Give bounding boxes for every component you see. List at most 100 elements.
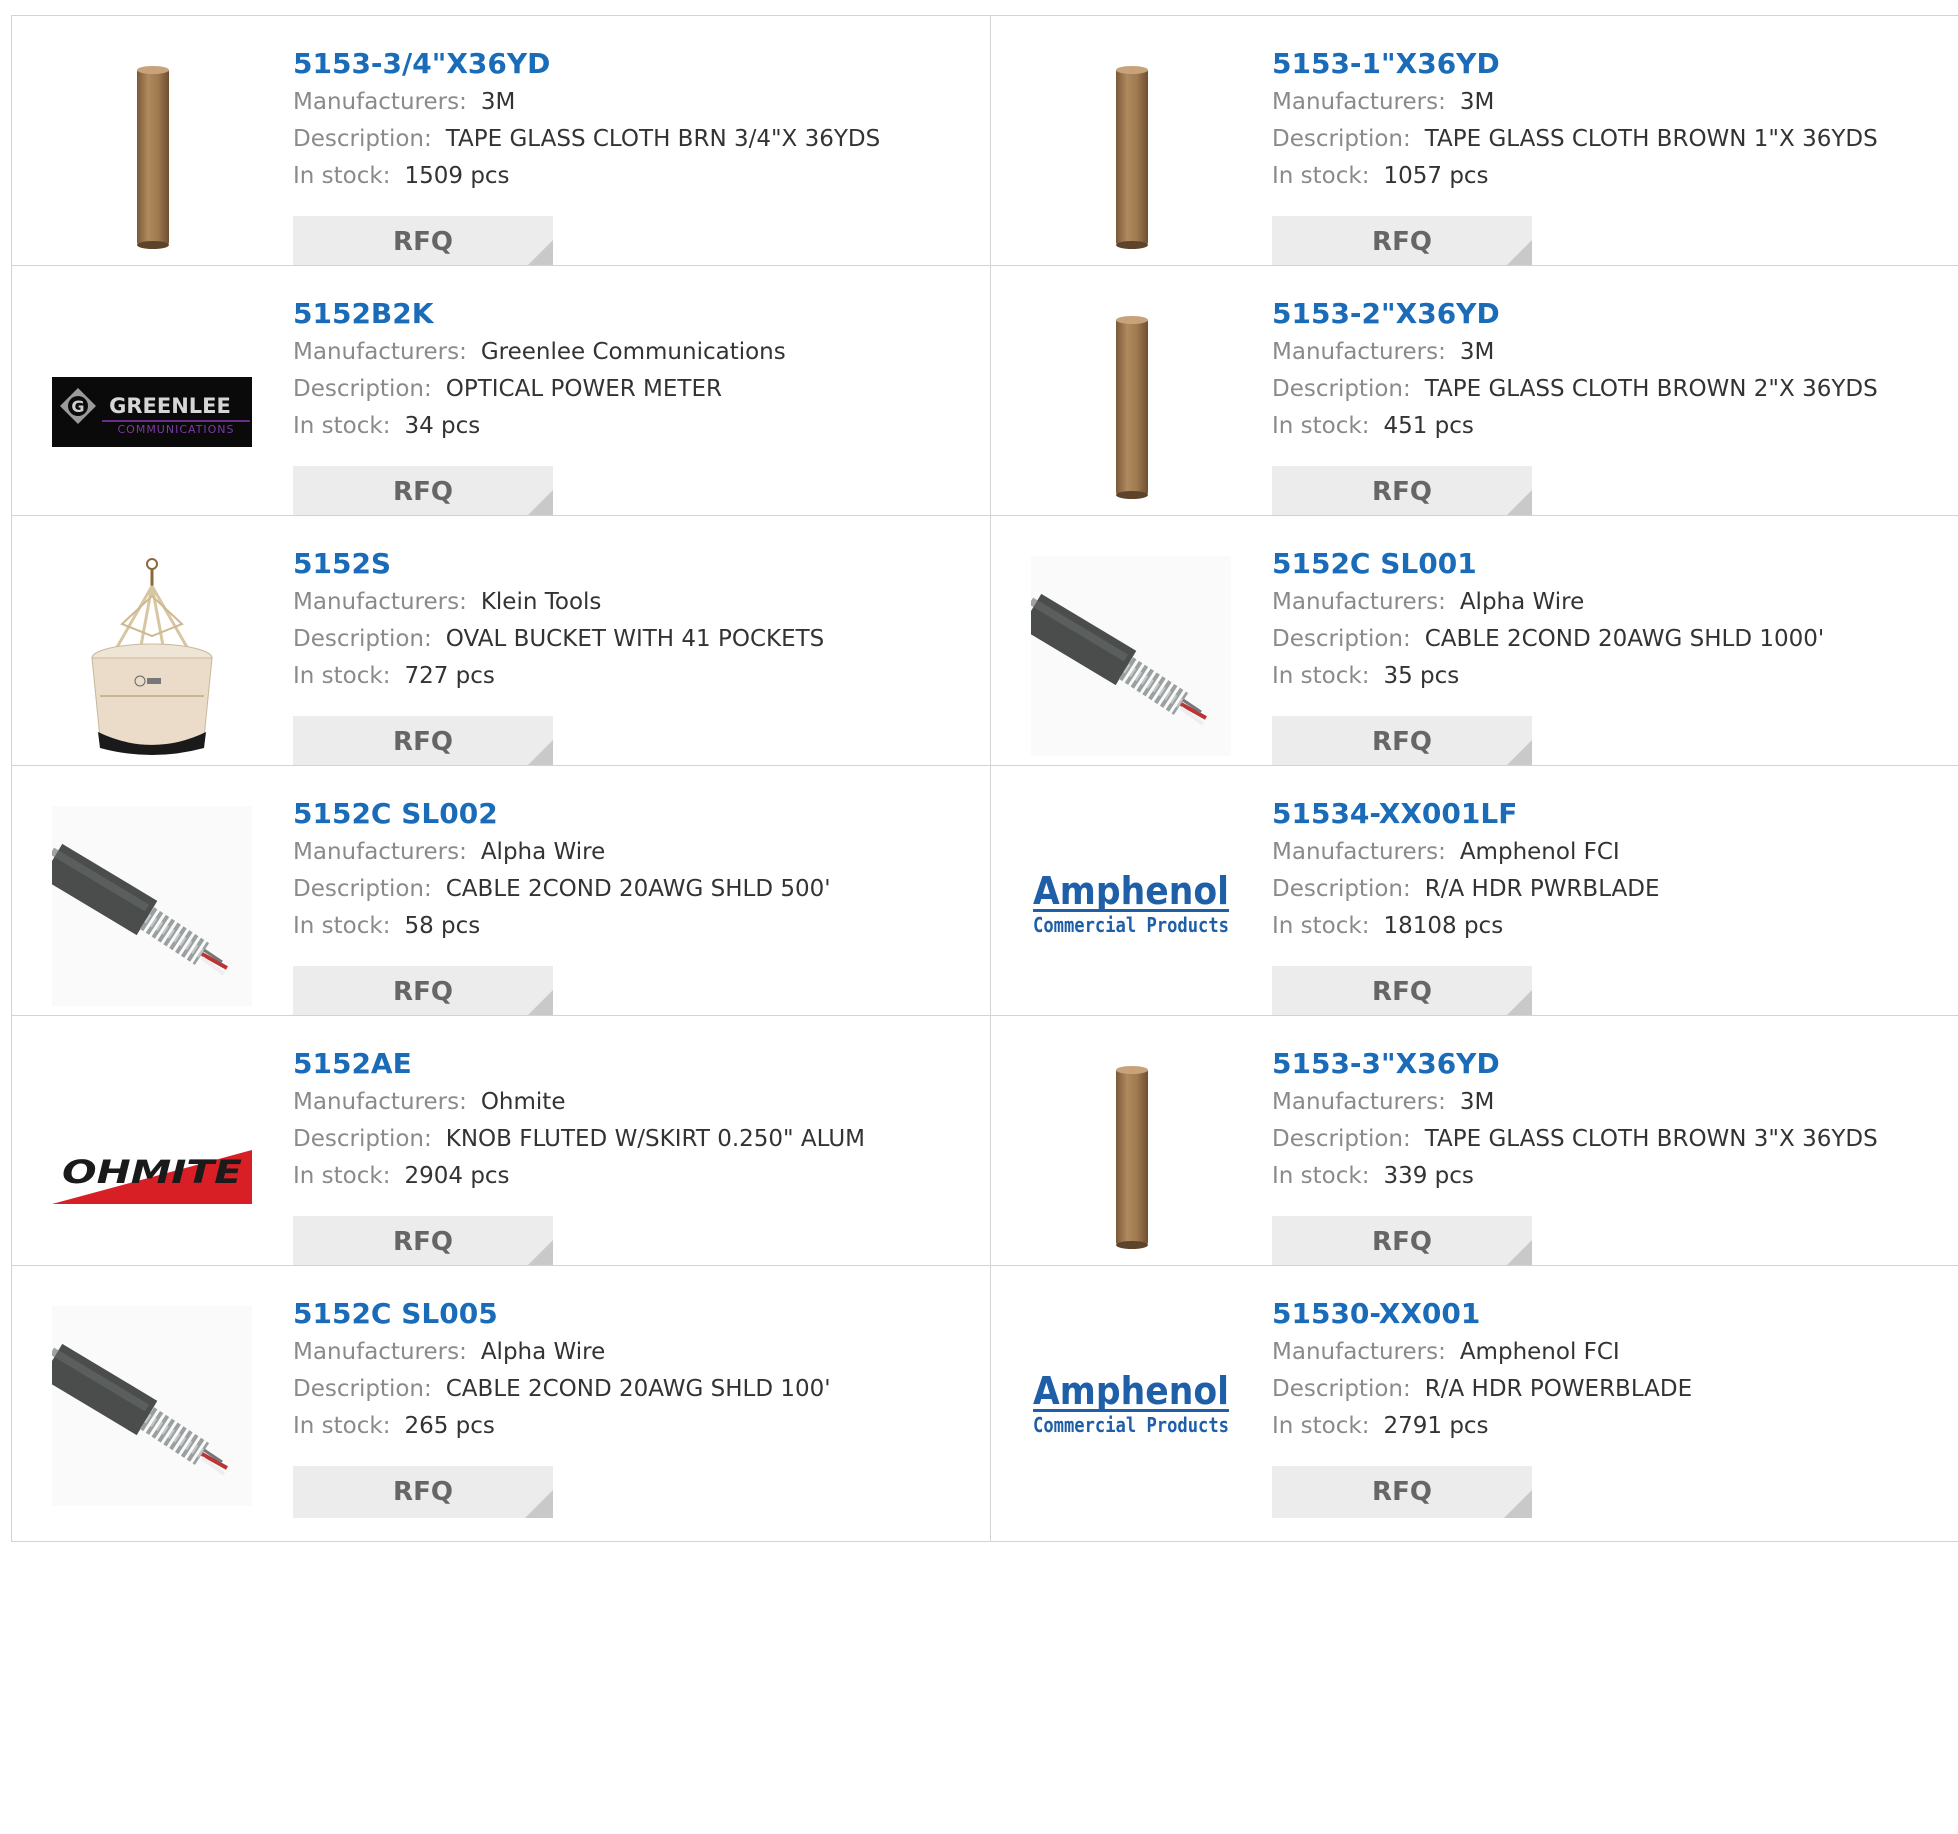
rfq-label: RFQ: [393, 227, 453, 257]
description-value: KNOB FLUTED W/SKIRT 0.250" ALUM: [445, 1126, 866, 1152]
rfq-button[interactable]: RFQ: [1272, 1466, 1532, 1518]
rfq-button[interactable]: RFQ: [293, 1466, 553, 1518]
svg-text:G: G: [71, 397, 84, 416]
amphenol-logo: Amphenol Commercial Products: [1031, 806, 1231, 1006]
stock-value: 339 pcs: [1383, 1163, 1474, 1189]
stock-label: In stock:: [293, 1413, 391, 1439]
product-part-number-link[interactable]: 5153-3"X36YD: [1272, 1044, 1949, 1084]
product-info: 51530-XX001 Manufacturers: Amphenol FCI Des…: [1272, 1294, 1949, 1445]
description-label: Description:: [293, 126, 432, 152]
manufacturer-value: Amphenol FCI: [1459, 839, 1620, 865]
manufacturer-row: Manufacturers: Klein Tools: [293, 584, 971, 621]
product-image[interactable]: [52, 806, 252, 1006]
rfq-button[interactable]: RFQ: [1272, 716, 1532, 768]
product-card: Amphenol Commercial Products 51534-XX001LF…: [990, 765, 1958, 1042]
product-part-number-link[interactable]: 5152C SL005: [293, 1294, 971, 1334]
stock-label: In stock:: [293, 163, 391, 189]
stock-label: In stock:: [1272, 663, 1370, 689]
rfq-button[interactable]: RFQ: [293, 466, 553, 518]
product-card: 5152C SL001 Manufacturers: Alpha Wire Descr…: [990, 515, 1958, 792]
product-grid: 5153-3/4"X36YD Manufacturers: 3M Descriptio…: [0, 0, 1958, 1834]
stock-row: In stock: 34 pcs: [293, 408, 971, 445]
stock-label: In stock:: [1272, 163, 1370, 189]
stock-row: In stock: 1509 pcs: [293, 158, 971, 195]
product-image[interactable]: [1031, 1056, 1231, 1256]
rfq-button[interactable]: RFQ: [1272, 216, 1532, 268]
manufacturer-row: Manufacturers: 3M: [1272, 1084, 1949, 1121]
product-card: OHMITE 5152AE Manufacturers: Ohmite Descript…: [11, 1015, 992, 1292]
greenlee-logo: G GREENLEE COMMUNICATIONS: [52, 306, 252, 506]
corner-triangle-icon: [525, 990, 553, 1018]
product-image[interactable]: G GREENLEE COMMUNICATIONS: [52, 306, 252, 506]
product-image[interactable]: [52, 56, 252, 256]
stock-row: In stock: 2904 pcs: [293, 1158, 971, 1195]
product-part-number-link[interactable]: 5153-1"X36YD: [1272, 44, 1949, 84]
manufacturer-value: Alpha Wire: [480, 1339, 606, 1365]
manufacturer-value: Alpha Wire: [480, 839, 606, 865]
product-part-number-link[interactable]: 5152AE: [293, 1044, 971, 1084]
manufacturer-row: Manufacturers: Amphenol FCI: [1272, 834, 1949, 871]
stock-label: In stock:: [1272, 1163, 1370, 1189]
rfq-button[interactable]: RFQ: [1272, 466, 1532, 518]
manufacturer-row: Manufacturers: Alpha Wire: [293, 834, 971, 871]
product-image[interactable]: [1031, 306, 1231, 506]
manufacturer-label: Manufacturers:: [293, 1339, 467, 1365]
description-value: CABLE 2COND 20AWG SHLD 1000': [1424, 626, 1825, 652]
manufacturer-value: Alpha Wire: [1459, 589, 1585, 615]
rfq-label: RFQ: [1372, 727, 1432, 757]
product-info: 5152C SL002 Manufacturers: Alpha Wire Descr…: [293, 794, 971, 945]
rfq-button[interactable]: RFQ: [293, 1216, 553, 1268]
svg-text:Commercial Products: Commercial Products: [1033, 913, 1229, 937]
rfq-button[interactable]: RFQ: [1272, 966, 1532, 1018]
tape-roll-icon: [1031, 306, 1231, 506]
rfq-button[interactable]: RFQ: [293, 216, 553, 268]
rfq-button[interactable]: RFQ: [293, 716, 553, 768]
description-label: Description:: [1272, 626, 1411, 652]
product-image[interactable]: [1031, 56, 1231, 256]
rfq-button[interactable]: RFQ: [293, 966, 553, 1018]
stock-label: In stock:: [1272, 1413, 1370, 1439]
product-part-number-link[interactable]: 51530-XX001: [1272, 1294, 1949, 1334]
product-part-number-link[interactable]: 5152C SL002: [293, 794, 971, 834]
product-part-number-link[interactable]: 5153-3/4"X36YD: [293, 44, 971, 84]
product-part-number-link[interactable]: 5153-2"X36YD: [1272, 294, 1949, 334]
stock-label: In stock:: [293, 1163, 391, 1189]
product-image[interactable]: Amphenol Commercial Products: [1031, 1306, 1231, 1506]
ohmite-logo: OHMITE: [52, 1056, 252, 1256]
manufacturer-row: Manufacturers: 3M: [1272, 334, 1949, 371]
product-part-number-link[interactable]: 5152B2K: [293, 294, 971, 334]
product-part-number-link[interactable]: 5152C SL001: [1272, 544, 1949, 584]
corner-triangle-icon: [1504, 990, 1532, 1018]
rfq-label: RFQ: [1372, 227, 1432, 257]
product-image[interactable]: Amphenol Commercial Products: [1031, 806, 1231, 1006]
product-card: 5152S Manufacturers: Klein Tools Descriptio…: [11, 515, 992, 792]
description-label: Description:: [293, 1126, 432, 1152]
product-part-number-link[interactable]: 5152S: [293, 544, 971, 584]
stock-value: 451 pcs: [1383, 413, 1474, 439]
corner-triangle-icon: [1504, 740, 1532, 768]
product-image[interactable]: [1031, 556, 1231, 756]
corner-triangle-icon: [525, 240, 553, 268]
description-value: OVAL BUCKET WITH 41 POCKETS: [445, 626, 825, 652]
product-info: 5152AE Manufacturers: Ohmite Description: KN…: [293, 1044, 971, 1195]
product-info: 51534-XX001LF Manufacturers: Amphenol FCI D…: [1272, 794, 1949, 945]
product-image[interactable]: [52, 556, 252, 756]
corner-triangle-icon: [525, 740, 553, 768]
description-label: Description:: [293, 376, 432, 402]
product-card: 5152C SL005 Manufacturers: Alpha Wire Descr…: [11, 1265, 992, 1542]
rfq-button[interactable]: RFQ: [1272, 1216, 1532, 1268]
svg-text:COMMUNICATIONS: COMMUNICATIONS: [117, 423, 234, 436]
stock-value: 1057 pcs: [1383, 163, 1489, 189]
amphenol-logo: Amphenol Commercial Products: [1031, 1306, 1231, 1506]
manufacturer-value: 3M: [1459, 339, 1495, 365]
product-part-number-link[interactable]: 51534-XX001LF: [1272, 794, 1949, 834]
product-info: 5153-1"X36YD Manufacturers: 3M Description:…: [1272, 44, 1949, 195]
product-info: 5153-2"X36YD Manufacturers: 3M Description:…: [1272, 294, 1949, 445]
product-info: 5152B2K Manufacturers: Greenlee Communicat…: [293, 294, 971, 445]
product-image[interactable]: [52, 1306, 252, 1506]
rfq-label: RFQ: [393, 977, 453, 1007]
manufacturer-value: 3M: [480, 89, 516, 115]
product-image[interactable]: OHMITE: [52, 1056, 252, 1256]
manufacturer-value: Greenlee Communications: [480, 339, 786, 365]
stock-label: In stock:: [293, 663, 391, 689]
